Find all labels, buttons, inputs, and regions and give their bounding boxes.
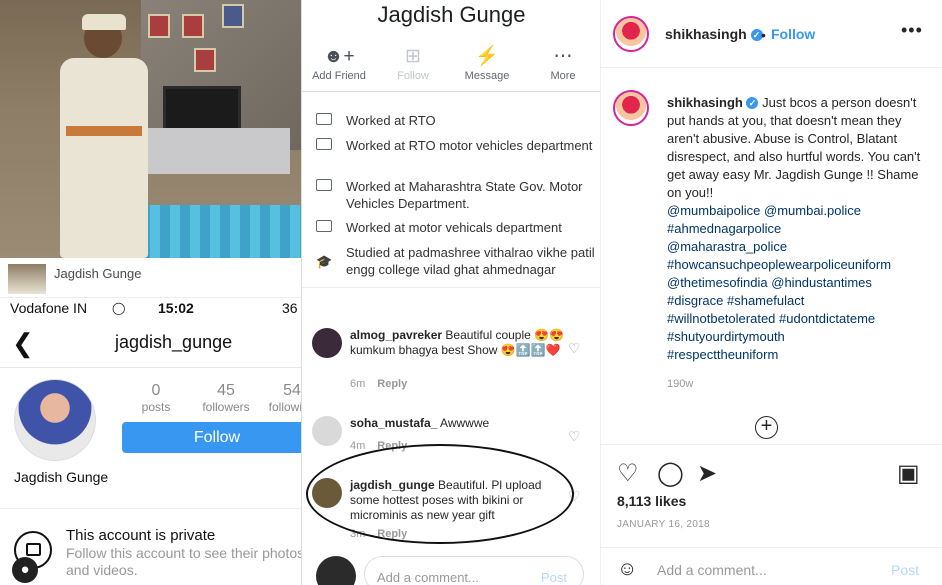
heart-icon[interactable]: ♡ xyxy=(617,459,639,488)
highlight-circle xyxy=(306,444,574,544)
avatar[interactable] xyxy=(613,16,649,52)
right-panel: shikhasingh ✓ • Follow ••• shikhasingh ✓… xyxy=(600,0,942,585)
more-options-icon[interactable]: ••• xyxy=(901,20,923,41)
screenshot-collage: Jagdish Gunge Vodafone IN ◯ 15:02 36 ❮ j… xyxy=(0,0,942,585)
work-item: Worked at motor vehicals department xyxy=(316,219,596,237)
comment-username[interactable]: almog_pavreker xyxy=(350,328,442,342)
caption-tag[interactable]: #disgrace #shamefulact xyxy=(667,292,929,310)
caption-name: Jagdish Gunge xyxy=(54,266,142,281)
private-account-notice: This account is private Follow this acco… xyxy=(0,508,301,585)
profile-username: jagdish_gunge xyxy=(115,332,233,352)
post-button[interactable]: Post xyxy=(541,570,567,585)
carrier-label: Vodafone IN xyxy=(10,300,88,316)
clock: 15:02 xyxy=(158,300,194,316)
commenter-avatar[interactable] xyxy=(312,328,342,358)
briefcase-icon xyxy=(316,113,332,125)
caption-tag[interactable]: @mumbaipolice @mumbai.police xyxy=(667,202,929,220)
add-friend-icon: ☻+ xyxy=(323,46,355,67)
profile-photo xyxy=(0,0,301,258)
caption-tag[interactable]: #shutyourdirtymouth xyxy=(667,328,929,346)
briefcase-icon xyxy=(316,138,332,150)
wifi-icon: ◯ xyxy=(112,301,126,315)
profile-actions: ☻+ Add Friend ⊞ Follow ⚡ Message ⋯ More xyxy=(302,40,600,92)
more-button[interactable]: ⋯ More xyxy=(526,44,600,82)
bookmark-icon[interactable]: ▣ xyxy=(897,459,920,488)
comment-input[interactable]: ☺ Add a comment... Post xyxy=(601,547,942,585)
comment-meta: 6m Reply xyxy=(350,378,408,390)
work-item: Worked at Maharashtra State Gov. Motor V… xyxy=(316,178,596,212)
caption-tag[interactable]: #respecttheuniform xyxy=(667,346,929,364)
comment: almog_pavreker Beautiful couple 😍😍kumkum… xyxy=(302,328,600,390)
comment-input[interactable]: Add a comment... Post xyxy=(364,556,584,585)
heart-icon[interactable]: ♡ xyxy=(568,340,581,357)
avatar xyxy=(14,379,96,461)
facebook-profile-name: Jagdish Gunge xyxy=(377,2,526,27)
caption-username[interactable]: shikhasingh ✓ xyxy=(667,95,759,110)
caption-tag[interactable]: @thetimesofindia @hindustantimes xyxy=(667,274,929,292)
private-subtitle: Follow this account to see their photos … xyxy=(66,545,301,578)
comment-icon[interactable]: ◯ xyxy=(657,459,684,488)
message-button[interactable]: ⚡ Message xyxy=(450,44,524,82)
profile-header: ❮ jagdish_gunge xyxy=(0,320,301,368)
heart-icon[interactable]: ♡ xyxy=(568,428,581,445)
briefcase-icon xyxy=(316,220,332,232)
phone-status-bar: Vodafone IN ◯ 15:02 36 xyxy=(0,298,301,318)
reply-link[interactable]: Reply xyxy=(377,378,407,390)
battery-level: 36 xyxy=(282,300,298,316)
stat-followers[interactable]: 45 followers xyxy=(196,382,256,414)
follow-link[interactable]: Follow xyxy=(771,26,815,42)
post-button[interactable]: Post xyxy=(891,562,919,578)
person-icon[interactable]: ● xyxy=(12,557,38,583)
post-actions: ♡ ◯ ➤ ▣ 8,113 likes JANUARY 16, 2018 xyxy=(601,444,942,534)
verified-icon: ✓ xyxy=(746,97,759,109)
commenter-avatar[interactable] xyxy=(312,416,342,446)
briefcase-icon xyxy=(316,179,332,191)
profile-name: Jagdish Gunge xyxy=(14,469,109,485)
more-icon: ⋯ xyxy=(553,46,573,67)
caption-thumbnail xyxy=(8,264,46,294)
follow-button[interactable]: ⊞ Follow xyxy=(376,44,450,82)
left-panel: Jagdish Gunge Vodafone IN ◯ 15:02 36 ❮ j… xyxy=(0,0,301,585)
stat-posts: 0 posts xyxy=(141,382,171,414)
viewer-avatar xyxy=(316,556,356,585)
caption-age: 190w xyxy=(667,378,694,390)
share-icon[interactable]: ➤ xyxy=(697,459,717,488)
photo-caption: Jagdish Gunge xyxy=(0,258,301,298)
post-date: JANUARY 16, 2018 xyxy=(617,519,710,530)
caption-text: Just bcos a person doesn't put hands at … xyxy=(667,95,921,200)
follow-icon: ⊞ xyxy=(405,46,421,67)
caption-tag[interactable]: @maharastra_police xyxy=(667,238,929,256)
work-item: Worked at RTO xyxy=(316,112,596,130)
caption-tag[interactable]: #howcansuchpeoplewearpoliceuniform xyxy=(667,256,929,274)
graduation-cap-icon: 🎓 xyxy=(316,254,333,269)
load-more-comments-icon[interactable]: + xyxy=(755,416,778,439)
follow-button[interactable]: Follow xyxy=(122,422,301,453)
stat-following[interactable]: 54following xyxy=(262,382,301,414)
private-title: This account is private xyxy=(66,527,216,544)
messenger-icon: ⚡ xyxy=(475,46,499,67)
back-icon[interactable]: ❮ xyxy=(12,328,34,359)
caption-tag[interactable]: #willnotbetolerated #udontdictateme xyxy=(667,310,929,328)
emoji-icon[interactable]: ☺ xyxy=(617,558,637,581)
comment-text: Awwwwe xyxy=(440,416,490,430)
caption-tag[interactable]: #ahmednagarpolice xyxy=(667,220,929,238)
add-friend-button[interactable]: ☻+ Add Friend xyxy=(302,44,376,82)
post-header: shikhasingh ✓ • Follow ••• xyxy=(601,0,942,68)
post-username[interactable]: shikhasingh ✓ xyxy=(665,26,763,42)
comment-username[interactable]: soha_mustafa_ xyxy=(350,416,437,430)
work-item: Worked at RTO motor vehicles department xyxy=(316,137,596,171)
post-caption: shikhasingh ✓ Just bcos a person doesn't… xyxy=(667,94,929,364)
likes-count[interactable]: 8,113 likes xyxy=(617,493,686,509)
caption-avatar[interactable] xyxy=(613,90,649,126)
